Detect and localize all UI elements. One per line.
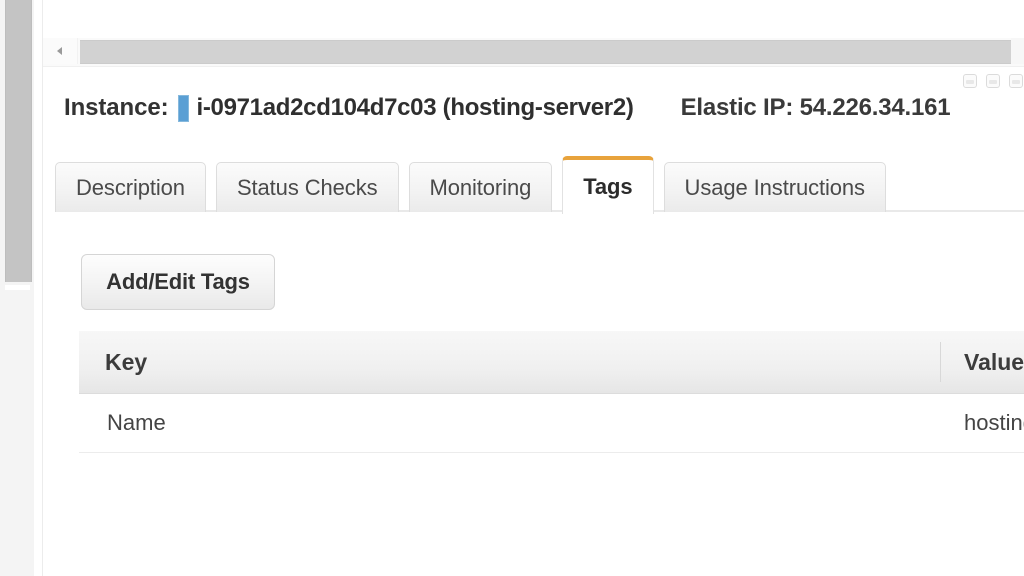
panel-horizontal-scrollbar[interactable] — [43, 38, 1024, 67]
text-cursor-marker — [178, 94, 190, 122]
tab-monitoring-label: Monitoring — [429, 175, 532, 200]
tab-status-checks-label: Status Checks — [236, 175, 378, 200]
tab-tags[interactable]: Tags — [562, 156, 654, 214]
tab-description[interactable]: Description — [55, 162, 206, 214]
tags-tab-content: Add/Edit Tags Key Value Name hosting-se — [43, 212, 1024, 576]
screenshot-root: Instance: i-0971ad2cd104d7c03 (hosting-s… — [0, 0, 1024, 576]
tab-usage-instructions[interactable]: Usage Instructions — [663, 162, 886, 214]
tab-bar: Description Status Checks Monitoring Tag… — [43, 152, 1024, 214]
window-icon-2[interactable] — [986, 74, 1000, 88]
table-row[interactable]: Name hosting-se — [79, 394, 1024, 453]
tab-tags-label: Tags — [583, 174, 633, 199]
tab-monitoring[interactable]: Monitoring — [408, 162, 553, 214]
tags-table: Key Value Name hosting-se — [79, 331, 1024, 453]
page-left-gutter — [34, 0, 43, 576]
page-vertical-scrollbar-thumb[interactable] — [5, 0, 32, 282]
tab-description-label: Description — [76, 175, 185, 200]
horizontal-scrollbar-track-end[interactable] — [1011, 38, 1024, 64]
instance-label: Instance: — [64, 94, 169, 121]
tab-status-checks[interactable]: Status Checks — [215, 162, 399, 214]
cell-value: hosting-se — [964, 410, 1024, 435]
column-header-key[interactable]: Key — [105, 331, 147, 393]
tags-table-header-row: Key Value — [79, 331, 1024, 394]
instance-details-panel: Instance: i-0971ad2cd104d7c03 (hosting-s… — [43, 0, 1024, 576]
window-icon-1[interactable] — [963, 74, 977, 88]
instance-header: Instance: i-0971ad2cd104d7c03 (hosting-s… — [43, 88, 1024, 128]
instance-id-text: i-0971ad2cd104d7c03 (hosting-server2) — [196, 94, 634, 121]
scrollbar-thumb-end — [5, 285, 30, 290]
tab-usage-instructions-label: Usage Instructions — [684, 175, 866, 200]
scroll-left-button[interactable] — [43, 38, 78, 64]
column-header-value[interactable]: Value — [964, 331, 1024, 393]
horizontal-scrollbar-thumb[interactable] — [80, 40, 1011, 64]
window-icon-3[interactable] — [1009, 74, 1023, 88]
column-divider[interactable] — [940, 342, 941, 382]
cell-key: Name — [107, 410, 166, 435]
add-edit-tags-button[interactable]: Add/Edit Tags — [81, 254, 275, 310]
page-vertical-scrollbar[interactable] — [0, 0, 35, 576]
elastic-ip-text: Elastic IP: 54.226.34.161 — [680, 94, 951, 121]
